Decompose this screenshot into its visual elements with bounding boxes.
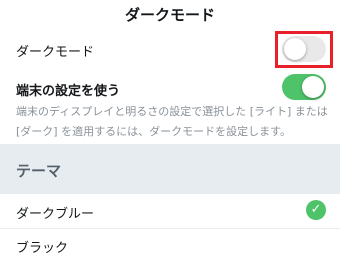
theme-option-dark-blue[interactable]: ダークブルー ✓: [0, 194, 340, 228]
highlight-box: [275, 31, 333, 68]
theme-option-label: ブラック: [16, 241, 69, 256]
page-title: ダークモード: [124, 6, 215, 24]
check-icon: ✓: [306, 200, 326, 220]
use-device-settings-label: 端末の設定を使う: [16, 84, 121, 99]
theme-option-black[interactable]: ブラック: [0, 229, 340, 262]
theme-section-title: テーマ: [16, 162, 62, 180]
theme-section-header: テーマ: [0, 144, 340, 194]
use-device-settings-toggle[interactable]: [282, 74, 326, 100]
use-device-settings-description: 端末のディスプレイと明るさの設定で選択した [ライト] または [ダーク] を適…: [16, 105, 328, 138]
use-device-settings-row: 端末の設定を使う: [0, 72, 340, 104]
theme-option-label: ダークブルー: [16, 207, 95, 222]
dark-mode-label: ダークモード: [16, 45, 95, 60]
toggle-knob: [302, 76, 324, 98]
